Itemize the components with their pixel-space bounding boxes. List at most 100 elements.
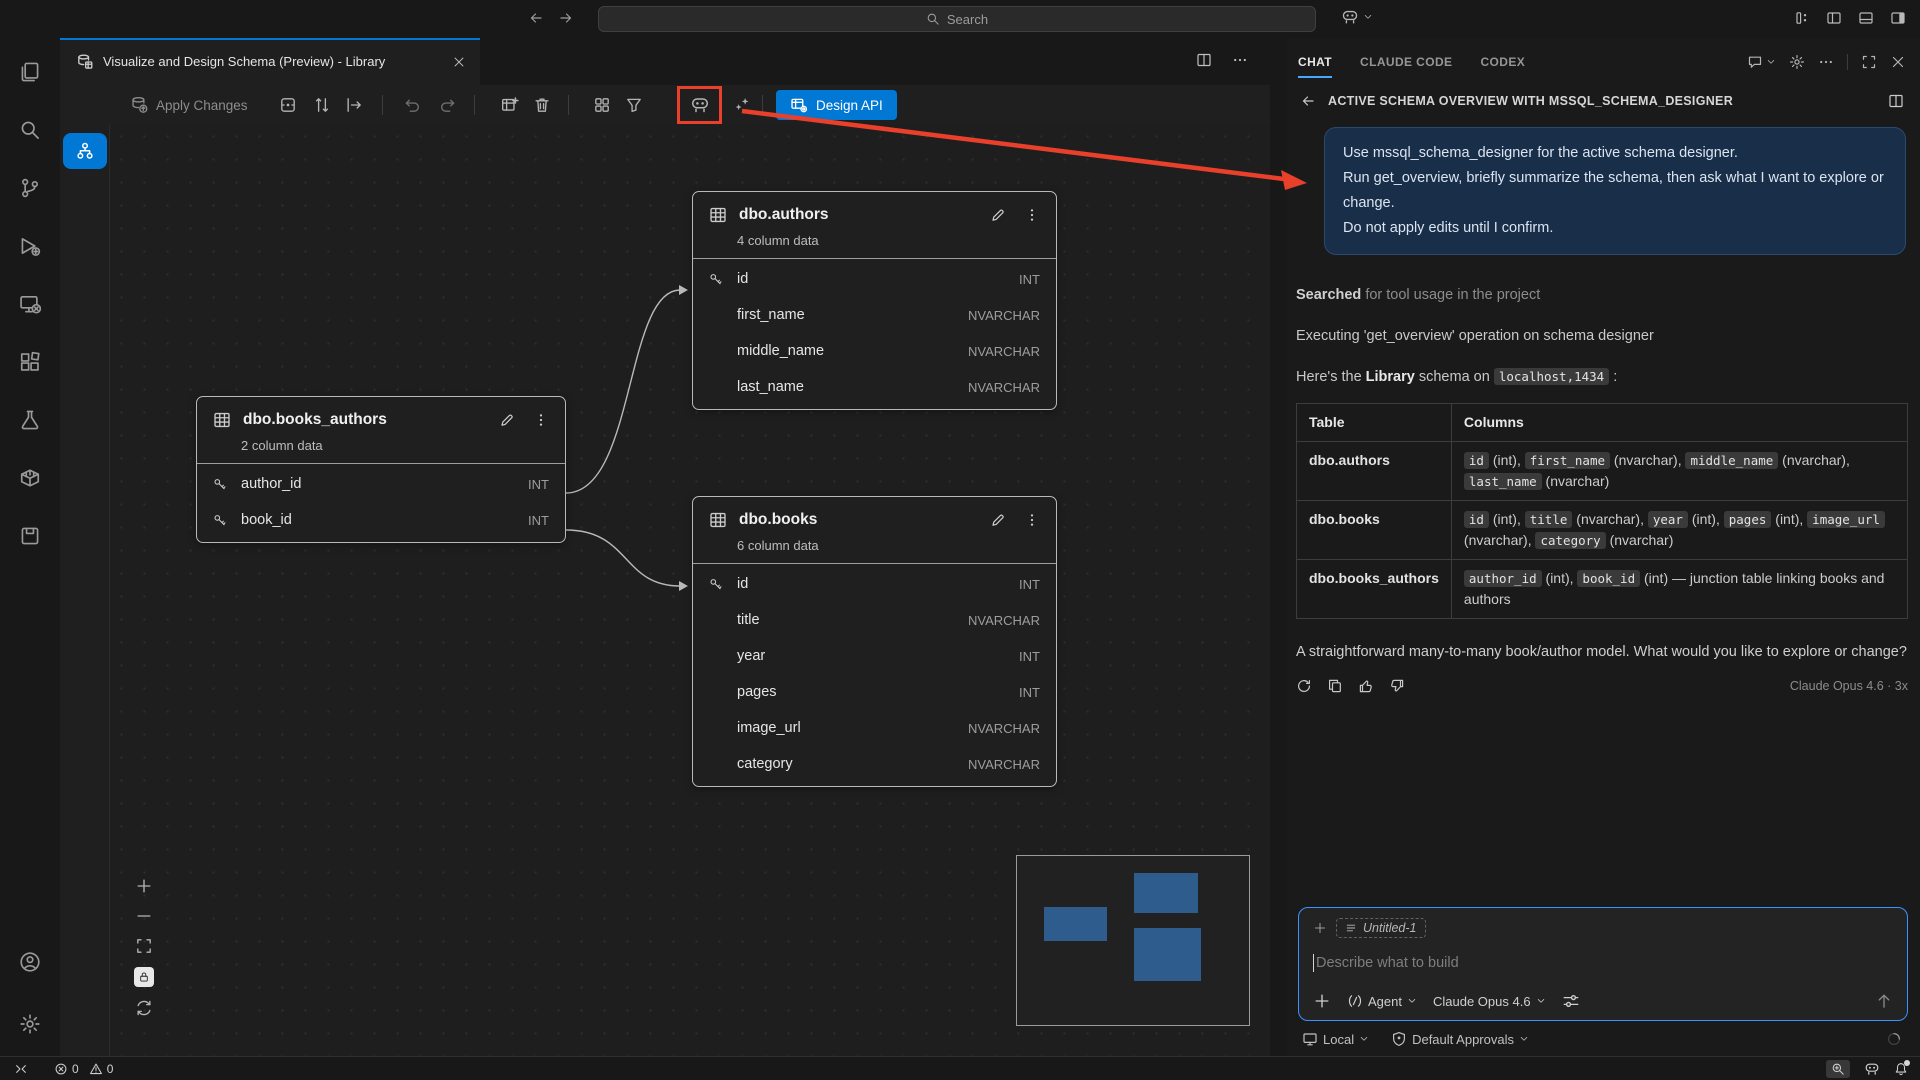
thumbs-up-icon[interactable] (1358, 678, 1374, 694)
sidebar-item-remote-explorer[interactable] (6, 280, 54, 328)
send-icon[interactable] (1875, 992, 1893, 1010)
sidebar-item-account[interactable] (6, 938, 54, 986)
copy-icon[interactable] (1327, 678, 1343, 694)
approvals-selector[interactable]: Default Approvals (1391, 1031, 1529, 1047)
attach-icon[interactable] (1313, 992, 1331, 1010)
column-row-image_url[interactable]: image_urlNVARCHAR (693, 710, 1056, 746)
sidebar-item-run-debug[interactable] (6, 222, 54, 270)
design-api-button[interactable]: Design API (776, 90, 897, 120)
table-menu-icon[interactable] (533, 412, 549, 428)
regenerate-icon[interactable] (1296, 678, 1312, 694)
column-name: middle_name (737, 343, 968, 359)
copilot-menu[interactable] (1341, 8, 1373, 26)
column-row-year[interactable]: yearINT (693, 638, 1056, 674)
table-node-dbo.books[interactable]: dbo.books 6 column data idINTtitleNVARCH… (692, 496, 1057, 787)
chat-text-input[interactable]: Describe what to build (1313, 954, 1893, 972)
problems-indicator[interactable]: 0 0 (54, 1062, 113, 1076)
split-editor-icon[interactable] (1196, 52, 1212, 68)
back-icon[interactable] (1300, 93, 1316, 109)
chat-messages[interactable]: Use mssql_schema_designer for the active… (1286, 113, 1920, 907)
tools-config-icon[interactable] (1562, 992, 1580, 1010)
title-bar: Search (0, 0, 1920, 38)
sidebar-item-settings[interactable] (6, 1000, 54, 1048)
apply-changes-button[interactable]: Apply Changes (130, 91, 248, 119)
table-node-dbo.books_authors[interactable]: dbo.books_authors 2 column data author_i… (196, 396, 566, 543)
table-header-cell: Columns (1451, 404, 1907, 442)
sparkle-button[interactable] (728, 91, 756, 119)
compare-button[interactable] (308, 91, 336, 119)
chat-more-icon[interactable] (1818, 54, 1834, 70)
lock-button[interactable] (134, 967, 154, 987)
column-row-title[interactable]: titleNVARCHAR (693, 602, 1056, 638)
table-menu-icon[interactable] (1024, 512, 1040, 528)
zoom-out-icon[interactable] (135, 907, 153, 925)
edit-table-icon[interactable] (990, 207, 1006, 223)
context-chip[interactable]: Untitled-1 (1336, 918, 1426, 938)
column-row-category[interactable]: categoryNVARCHAR (693, 746, 1056, 782)
chat-tab-chat[interactable]: CHAT (1298, 38, 1332, 85)
minimap[interactable] (1016, 855, 1250, 1026)
back-icon[interactable] (528, 10, 544, 26)
forward-icon[interactable] (558, 10, 574, 26)
filter-button[interactable] (620, 91, 648, 119)
table-node-dbo.authors[interactable]: dbo.authors 4 column data idINTfirst_nam… (692, 191, 1057, 410)
layout-button[interactable] (588, 91, 616, 119)
chat-settings-icon[interactable] (1789, 54, 1805, 70)
fit-screen-icon[interactable] (135, 937, 153, 955)
chat-tab-codex[interactable]: CODEX (1480, 38, 1525, 85)
customize-layout-icon[interactable] (1794, 10, 1810, 26)
table-menu-icon[interactable] (1024, 207, 1040, 223)
sidebar-item-extensions[interactable] (6, 338, 54, 386)
copilot-status-icon[interactable] (1864, 1061, 1880, 1077)
sidebar-item-notebooks[interactable] (6, 512, 54, 560)
add-context-icon[interactable] (1313, 921, 1327, 935)
sidebar-item-explorer[interactable] (6, 48, 54, 96)
redo-button[interactable] (434, 91, 462, 119)
snapshot-button[interactable] (274, 91, 302, 119)
column-row-id[interactable]: idINT (693, 261, 1056, 297)
column-row-first_name[interactable]: first_nameNVARCHAR (693, 297, 1056, 333)
chat-mode-button[interactable] (1747, 54, 1776, 70)
column-row-middle_name[interactable]: middle_nameNVARCHAR (693, 333, 1056, 369)
schema-view-button[interactable] (63, 133, 107, 169)
model-selector[interactable]: Claude Opus 4.6 (1433, 994, 1546, 1009)
column-row-last_name[interactable]: last_nameNVARCHAR (693, 369, 1056, 405)
column-row-id[interactable]: idINT (693, 566, 1056, 602)
chat-tab-claude-code[interactable]: CLAUDE CODE (1360, 38, 1452, 85)
command-center-search[interactable]: Search (598, 6, 1316, 32)
tab-schema-designer[interactable]: Visualize and Design Schema (Preview) - … (60, 38, 480, 85)
toggle-primary-sidebar-icon[interactable] (1826, 10, 1842, 26)
extensions-icon (19, 351, 41, 373)
open-in-editor-icon[interactable] (1888, 93, 1904, 109)
notifications-button[interactable] (1894, 1062, 1908, 1076)
edit-table-icon[interactable] (499, 412, 515, 428)
undo-button[interactable] (398, 91, 426, 119)
export-button[interactable] (340, 91, 368, 119)
thumbs-down-icon[interactable] (1389, 678, 1405, 694)
environment-selector[interactable]: Local (1302, 1031, 1369, 1047)
sidebar-item-source-control[interactable] (6, 164, 54, 212)
zoom-status-button[interactable] (1826, 1060, 1850, 1078)
column-row-author_id[interactable]: author_idINT (197, 466, 565, 502)
sidebar-item-containers[interactable] (6, 454, 54, 502)
sidebar-item-testing[interactable] (6, 396, 54, 444)
remote-indicator[interactable] (14, 1062, 28, 1076)
mode-selector[interactable]: Agent (1347, 993, 1417, 1009)
schema-canvas[interactable]: dbo.authors 4 column data idINTfirst_nam… (110, 125, 1270, 1056)
chat-input-box[interactable]: Untitled-1 Describe what to build Agent (1298, 907, 1908, 1021)
column-row-pages[interactable]: pagesINT (693, 674, 1056, 710)
auto-layout-icon[interactable] (135, 999, 153, 1017)
column-row-book_id[interactable]: book_idINT (197, 502, 565, 538)
delete-button[interactable] (528, 91, 556, 119)
close-tab-icon[interactable] (452, 55, 466, 69)
maximize-chat-icon[interactable] (1861, 54, 1877, 70)
close-chat-icon[interactable] (1890, 54, 1906, 70)
sidebar-item-search[interactable] (6, 106, 54, 154)
zoom-in-icon[interactable] (135, 877, 153, 895)
add-table-button[interactable] (496, 91, 524, 119)
edit-table-icon[interactable] (990, 512, 1006, 528)
toggle-panel-icon[interactable] (1858, 10, 1874, 26)
copilot-toolbar-button-highlighted[interactable] (677, 86, 722, 124)
editor-more-icon[interactable] (1232, 52, 1248, 68)
toggle-secondary-sidebar-icon[interactable] (1890, 10, 1906, 26)
